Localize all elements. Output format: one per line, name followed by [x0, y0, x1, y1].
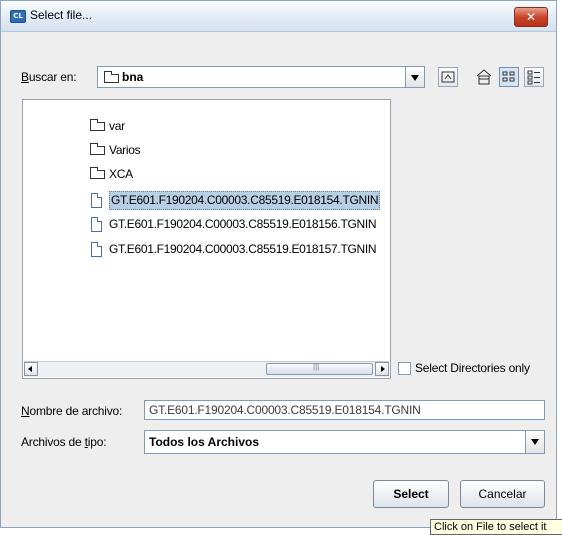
list-view-button[interactable] — [499, 67, 519, 87]
folder-icon — [90, 143, 105, 155]
list-item[interactable]: var — [90, 118, 125, 135]
folder-icon — [90, 119, 105, 131]
file-icon — [91, 217, 102, 232]
chevron-down-icon[interactable] — [525, 431, 544, 453]
cancel-button[interactable]: Cancelar — [460, 480, 545, 508]
file-type-label: Archivos de tipo: — [21, 435, 107, 449]
home-button[interactable] — [474, 67, 494, 87]
details-view-button[interactable] — [524, 67, 544, 87]
file-name-label: Nombre de archivo: — [21, 404, 123, 418]
select-directories-checkbox[interactable] — [398, 362, 411, 375]
file-name-field[interactable]: GT.E601.F190204.C00003.C85519.E018154.TG… — [144, 400, 545, 420]
file-name: GT.E601.F190204.C00003.C85519.E018157.TG… — [109, 242, 377, 256]
up-folder-button[interactable] — [438, 67, 458, 87]
scroll-left-button[interactable] — [24, 362, 38, 376]
home-icon — [476, 69, 492, 85]
list-view-icon — [502, 71, 515, 82]
look-in-value: bna — [122, 70, 144, 84]
look-in-combo[interactable]: bna — [97, 66, 425, 88]
file-icon — [91, 242, 102, 257]
title-bar[interactable]: CL Select file... ✕ — [1, 1, 556, 32]
file-list[interactable]: var Varios XCA GT.E601.F190204.C00003.C8… — [22, 99, 391, 379]
folder-icon — [90, 167, 105, 179]
file-type-value: Todos los Archivos — [149, 435, 260, 449]
close-button[interactable]: ✕ — [514, 7, 548, 27]
file-name: Varios — [109, 143, 141, 157]
window-title: Select file... — [30, 8, 93, 22]
list-item[interactable]: GT.E601.F190204.C00003.C85519.E018156.TG… — [90, 216, 377, 233]
tooltip: Click on File to select it — [430, 519, 562, 535]
file-icon — [91, 193, 102, 208]
file-chooser-dialog: CL Select file... ✕ Buscar en: bna var V… — [0, 0, 557, 528]
details-view-icon — [527, 70, 540, 85]
list-item[interactable]: GT.E601.F190204.C00003.C85519.E018157.TG… — [90, 241, 377, 258]
folder-icon — [104, 71, 119, 83]
chevron-down-icon[interactable] — [405, 67, 424, 87]
list-item[interactable]: Varios — [90, 142, 141, 159]
select-button[interactable]: Select — [373, 480, 449, 508]
file-name: var — [109, 119, 125, 133]
scroll-right-button[interactable] — [375, 362, 389, 376]
file-name: XCA — [109, 167, 133, 181]
file-type-combo[interactable]: Todos los Archivos — [144, 430, 545, 454]
list-item-selected[interactable]: GT.E601.F190204.C00003.C85519.E018154.TG… — [90, 191, 381, 210]
file-name: GT.E601.F190204.C00003.C85519.E018156.TG… — [109, 217, 377, 231]
horizontal-scrollbar[interactable] — [24, 361, 389, 377]
look-in-label: Buscar en: — [21, 70, 77, 84]
file-name: GT.E601.F190204.C00003.C85519.E018154.TG… — [109, 191, 381, 210]
app-icon: CL — [10, 10, 26, 23]
select-directories-label: Select Directories only — [415, 361, 530, 375]
list-item[interactable]: XCA — [90, 166, 133, 183]
up-folder-icon — [441, 71, 455, 83]
scrollbar-thumb[interactable] — [266, 362, 373, 375]
